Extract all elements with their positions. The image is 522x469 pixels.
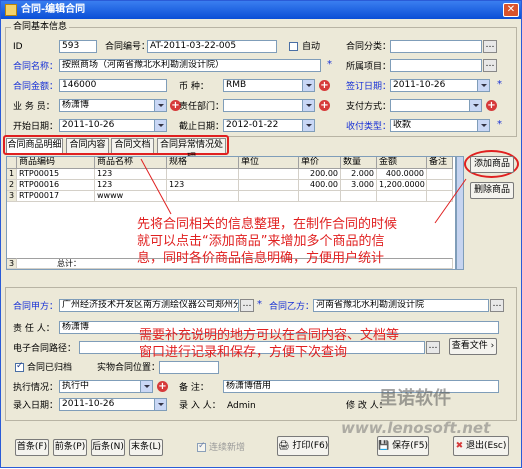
annotation-line: 先将合同相关的信息整理，在制作合同的时候: [137, 217, 398, 232]
e-path-label: 电子合同路径：: [13, 344, 77, 354]
exit-button[interactable]: ✖ 退出(Esc): [453, 436, 509, 456]
print-button[interactable]: 🖨 打印(F6): [277, 436, 329, 456]
watermark-url: www.lenosoft.net: [341, 419, 491, 437]
last-record-button[interactable]: 末条(L): [129, 439, 163, 456]
physical-pos-field[interactable]: [159, 361, 219, 374]
exit-label: 退出(Esc): [466, 441, 507, 451]
exec-status-label: 执行情况：: [13, 383, 59, 393]
party-b-picker-button[interactable]: …: [490, 299, 504, 312]
annotation-line: 需要补充说明的地方可以在合同内容、文档等: [139, 328, 400, 343]
annotation-line: 息，同时各价商品信息明确，方便用户统计: [137, 251, 385, 266]
party-b-label: 合同乙方：: [269, 302, 315, 312]
responsible-label: 责 任 人：: [13, 324, 55, 334]
chevron-down-icon[interactable]: [140, 381, 152, 392]
physical-pos-label: 实物合同位置：: [97, 363, 161, 373]
exec-status-value: 执行中: [62, 381, 90, 391]
e-path-picker-button[interactable]: …: [426, 341, 440, 354]
remark-field[interactable]: 杨潇博借用: [223, 380, 499, 393]
annotation-line: 窗口进行记录和保存，方便下次查询: [139, 345, 348, 360]
view-file-label: 查看文件: [451, 341, 488, 351]
arrow-to-add-goods: [434, 178, 467, 224]
contract-edit-window: 合同-编辑合同 ✕ 合同基本信息 ID 593 合同编号： AT-2011-03…: [0, 0, 522, 468]
add-exec-status-icon[interactable]: +: [157, 381, 168, 392]
next-record-button[interactable]: 后条(N): [91, 439, 125, 456]
party-a-label: 合同甲方：: [13, 302, 59, 312]
entry-date-field[interactable]: 2011-10-26: [59, 398, 167, 411]
entry-person-value: Admin: [227, 401, 256, 411]
chevron-down-icon[interactable]: [154, 399, 166, 410]
entry-date-value: 2011-10-26: [62, 399, 115, 409]
save-label: 保存(F5): [392, 441, 429, 451]
watermark-cn: 里诺软件: [379, 388, 451, 409]
save-icon: 💾: [378, 441, 390, 451]
save-button[interactable]: 💾 保存(F5): [377, 436, 429, 456]
printer-icon: 🖨: [278, 441, 290, 451]
archived-label: 合同已归档: [27, 363, 73, 373]
entry-person-label: 录 入 人：: [179, 401, 221, 411]
continuous-add-label: 连续新增: [209, 443, 246, 453]
exit-icon: ✖: [455, 441, 464, 451]
exec-status-select[interactable]: 执行中: [59, 380, 153, 393]
continuous-add-checkbox[interactable]: [197, 441, 206, 452]
chevron-right-icon: ›: [490, 341, 495, 351]
first-record-button[interactable]: 首条(F): [15, 439, 49, 456]
party-a-field[interactable]: 广州经济技术开发区南方测绘仪器公司郑州分公: [59, 299, 239, 312]
view-file-button[interactable]: 查看文件 ›: [449, 338, 497, 355]
remark-label: 备 注：: [179, 383, 209, 393]
party-a-picker-button[interactable]: …: [240, 299, 254, 312]
annotation-line: 就可以点击“添加商品”来增加多个商品的信: [137, 234, 385, 249]
archived-checkbox[interactable]: [15, 361, 24, 372]
arrow-to-tabs: [140, 158, 172, 215]
print-label: 打印(F6): [292, 441, 329, 451]
entry-date-label: 录入日期：: [13, 401, 59, 411]
party-b-field[interactable]: 河南省豫北水利勘测设计院: [313, 299, 489, 312]
prev-record-button[interactable]: 前条(P): [53, 439, 87, 456]
required-icon: *: [257, 299, 262, 310]
